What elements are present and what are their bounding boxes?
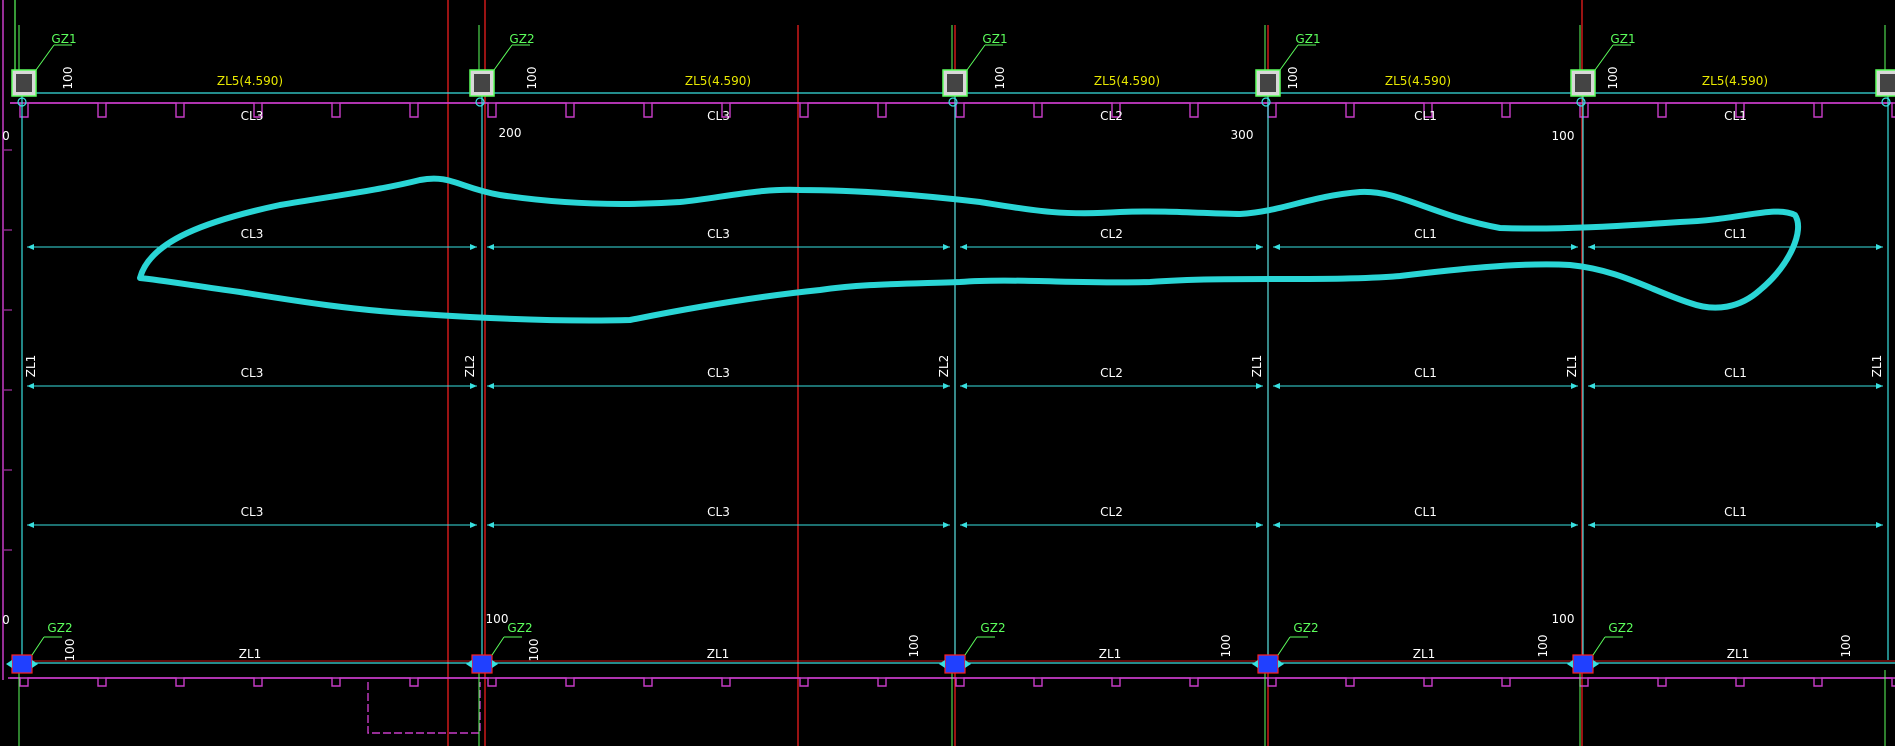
- top-offset-label: 100: [1606, 67, 1620, 90]
- top-beam-label: ZL5(4.590): [685, 74, 751, 88]
- top-beam-label: ZL5(4.590): [1702, 74, 1768, 88]
- slab-label: CL1: [1724, 227, 1747, 241]
- bottom-beam-label: ZL1: [239, 647, 262, 661]
- bottom-offset-label: 100: [907, 635, 921, 658]
- top-dimension-label: 0: [2, 129, 10, 143]
- column-hatch: [1575, 74, 1591, 92]
- top-dimension-label: 300: [1231, 128, 1254, 142]
- cad-drawing-canvas[interactable]: CL3 CL3 CL2 CL1 CL1 CL3 CL3 CL2 CL1 CL1 CL3 CL3 CL2 C…: [0, 0, 1895, 746]
- bottom-beam-label: ZL1: [1413, 647, 1436, 661]
- column-block: [944, 654, 966, 674]
- bottom-offset-label: 100: [1219, 635, 1233, 658]
- bottom-beam-label: ZL1: [1727, 647, 1750, 661]
- top-beam-label: ZL5(4.590): [217, 74, 283, 88]
- top-offset-label: 100: [61, 67, 75, 90]
- column-block: [1572, 654, 1594, 674]
- top-offset-label: 100: [1286, 67, 1300, 90]
- bottom-beam-label: ZL1: [1099, 647, 1122, 661]
- column-tag-label: GZ1: [1295, 32, 1320, 46]
- slab-label: CL1: [1414, 109, 1437, 123]
- slab-label: CL3: [707, 505, 730, 519]
- slab-label: CL2: [1100, 109, 1123, 123]
- slab-label: CL1: [1414, 505, 1437, 519]
- vertical-beam-label: ZL1: [1870, 355, 1884, 378]
- bottom-offset-label: 100: [527, 639, 541, 662]
- bottom-offset-label: 100: [486, 612, 509, 626]
- column-block: [471, 654, 493, 674]
- bottom-offset-label: 100: [1839, 635, 1853, 658]
- slab-label: CL3: [241, 109, 264, 123]
- top-offset-label: 100: [993, 67, 1007, 90]
- slab-label: CL2: [1100, 227, 1123, 241]
- slab-label: CL3: [707, 109, 730, 123]
- vertical-beam-label: ZL1: [1250, 355, 1264, 378]
- bottom-offset-label: 100: [63, 639, 77, 662]
- column-tag-label: GZ2: [1608, 621, 1633, 635]
- top-beam-label: ZL5(4.590): [1094, 74, 1160, 88]
- slab-label: CL3: [241, 366, 264, 380]
- slab-label: CL2: [1100, 366, 1123, 380]
- vertical-beam-label: ZL1: [1565, 355, 1579, 378]
- column-hatch: [1880, 74, 1895, 92]
- top-dimension-label: 200: [499, 126, 522, 140]
- bottom-offset-label: 100: [1536, 635, 1550, 658]
- column-tag-label: GZ2: [980, 621, 1005, 635]
- vertical-beam-label: ZL2: [463, 355, 477, 378]
- column-hatch: [474, 74, 490, 92]
- column-hatch: [1260, 74, 1276, 92]
- column-tag-label: GZ1: [982, 32, 1007, 46]
- column-block: [1257, 654, 1279, 674]
- column-tag-label: GZ2: [509, 32, 534, 46]
- slab-label: CL1: [1724, 366, 1747, 380]
- bottom-dimension-label: 0: [2, 613, 10, 627]
- slab-label: CL1: [1724, 505, 1747, 519]
- slab-label: CL1: [1414, 227, 1437, 241]
- column-hatch: [947, 74, 963, 92]
- slab-label: CL3: [707, 366, 730, 380]
- bottom-offset-label: 100: [1552, 612, 1575, 626]
- top-beam-label: ZL5(4.590): [1385, 74, 1451, 88]
- column-hatch: [16, 74, 32, 92]
- slab-label: CL3: [241, 505, 264, 519]
- slab-label: CL2: [1100, 505, 1123, 519]
- slab-label: CL1: [1724, 109, 1747, 123]
- column-block: [11, 654, 33, 674]
- column-tag-label: GZ1: [51, 32, 76, 46]
- top-offset-label: 100: [525, 67, 539, 90]
- column-tag-label: GZ2: [1293, 621, 1318, 635]
- column-tag-label: GZ2: [47, 621, 72, 635]
- vertical-beam-label: ZL1: [24, 355, 38, 378]
- bottom-beam-label: ZL1: [707, 647, 730, 661]
- slab-label: CL3: [241, 227, 264, 241]
- top-dimension-label: 100: [1552, 129, 1575, 143]
- column-tag-label: GZ1: [1610, 32, 1635, 46]
- slab-label: CL3: [707, 227, 730, 241]
- slab-label: CL1: [1414, 366, 1437, 380]
- vertical-beam-label: ZL2: [937, 355, 951, 378]
- column-tag-label: GZ2: [507, 621, 532, 635]
